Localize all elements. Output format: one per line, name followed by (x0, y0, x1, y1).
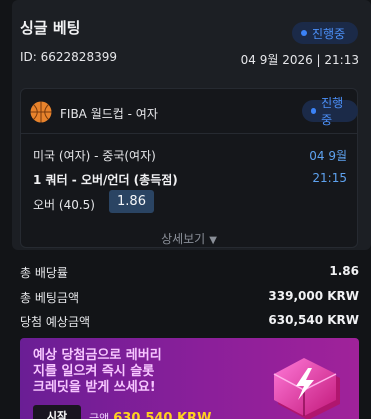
chevron-down-icon: ▼ (209, 235, 217, 246)
promo-line: 예상 당첨금으로 레버리 (33, 348, 162, 363)
bet-type-title: 싱글 베팅 (20, 19, 81, 37)
league-name: FIBA 월드컵 - 여자 (60, 107, 158, 121)
match-name: 미국 (여자) - 중국(여자) (33, 149, 156, 163)
details-toggle[interactable]: 상세보기 ▼ (21, 230, 357, 247)
lightning-battery-icon (273, 358, 340, 419)
bet-detail-panel: FIBA 월드컵 - 여자 진행중 미국 (여자) - 중국(여자) 04 9월… (20, 88, 358, 248)
basketball-icon (30, 101, 52, 123)
promo-banner[interactable]: 예상 당첨금으로 레버리 지를 일으켜 즉시 슬롯 크레딧을 받게 쓰세요! 시… (20, 338, 359, 419)
promo-text: 예상 당첨금으로 레버리 지를 일으켜 즉시 슬롯 크레딧을 받게 쓰세요! (33, 348, 223, 396)
promo-line: 지를 일으켜 즉시 슬롯 (33, 364, 155, 379)
promo-line: 크레딧을 받게 쓰세요! (33, 380, 156, 395)
bet-id: ID: 6622828399 (20, 50, 117, 64)
bet-datetime: 04 9월 2026 | 21:13 (240, 53, 359, 67)
summary-value: 630,540 KRW (268, 313, 359, 327)
summary-label: 총 베팅금액 (20, 291, 80, 305)
start-button[interactable]: 시작 (33, 405, 81, 419)
summary-row-total-odds: 총 배당률 1.86 (20, 264, 359, 281)
promo-amount-value: 630,540 KRW (113, 411, 212, 419)
summary-label: 총 배당률 (20, 266, 68, 280)
summary-row-potential-win: 당첨 예상금액 630,540 KRW (20, 313, 359, 330)
summary-value: 1.86 (329, 264, 359, 278)
divider (21, 133, 357, 134)
details-label: 상세보기 (161, 232, 206, 246)
market-name: 1 쿼터 - 오버/언더 (총득점) (33, 173, 178, 187)
status-label: 진행중 (312, 26, 346, 41)
status-dot-icon (311, 108, 317, 114)
status-dot-icon (301, 30, 307, 36)
event-status-badge: 진행중 (302, 96, 358, 127)
odds-value: 1.86 (109, 190, 154, 213)
status-badge: 진행중 (292, 22, 358, 44)
market-time: 21:15 (312, 171, 347, 185)
event-status-label: 진행중 (321, 96, 344, 127)
summary-row-total-stake: 총 베팅금액 339,000 KRW (20, 289, 359, 306)
promo-amount: 금액 630,540 KRW (89, 410, 211, 419)
summary-label: 당첨 예상금액 (20, 315, 91, 329)
match-date: 04 9월 (309, 149, 347, 163)
summary-value: 339,000 KRW (268, 289, 359, 303)
promo-amount-prefix: 금액 (89, 412, 110, 419)
selection-name: 오버 (40.5) (33, 198, 95, 212)
